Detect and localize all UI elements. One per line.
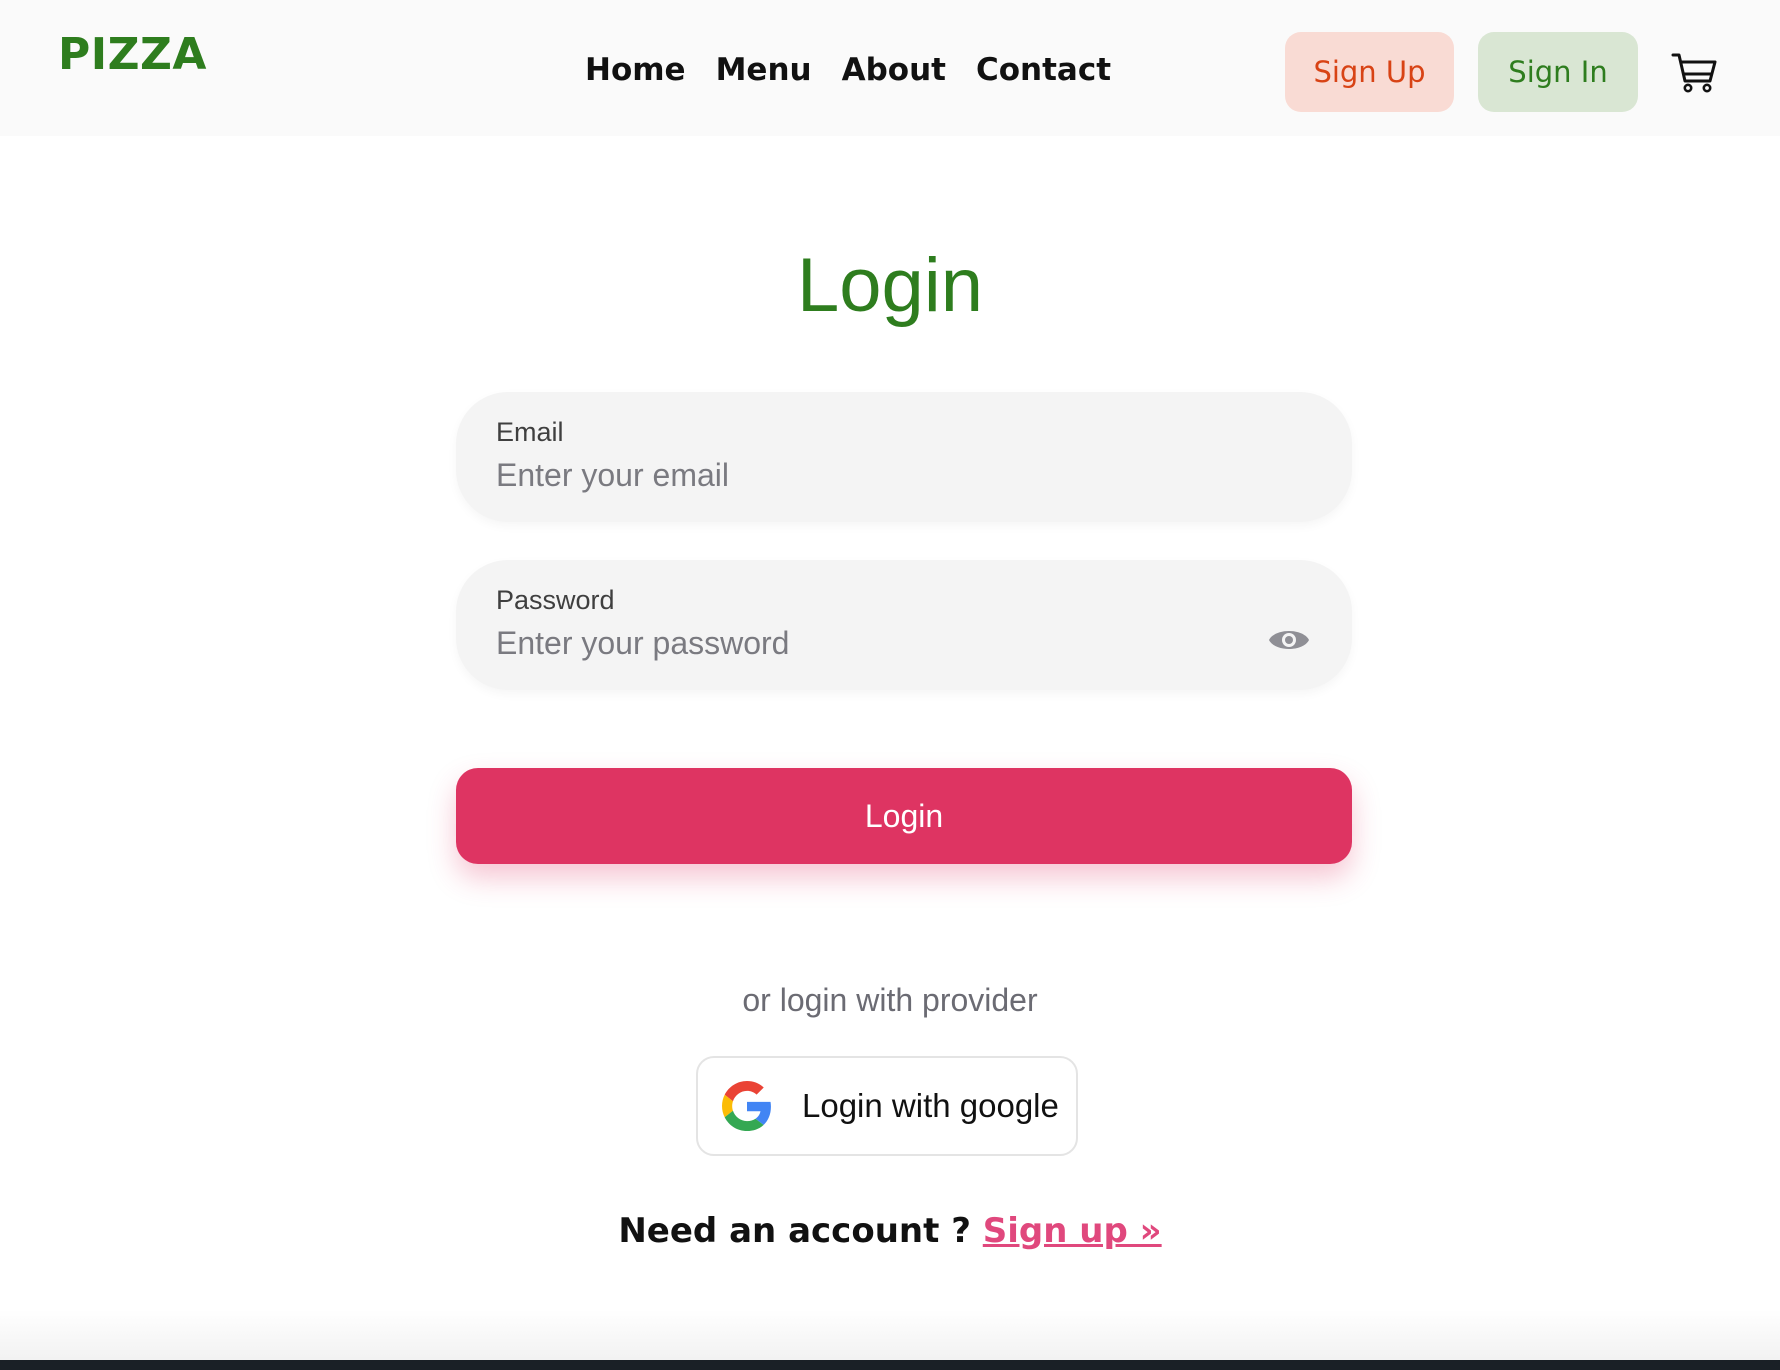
- page-title: Login: [797, 243, 983, 328]
- nav-menu[interactable]: Menu: [716, 48, 812, 92]
- nav-home[interactable]: Home: [585, 48, 686, 92]
- need-account-line: Need an account ? Sign up »: [0, 1206, 1780, 1256]
- signup-link[interactable]: Sign up »: [983, 1211, 1162, 1251]
- email-input[interactable]: [496, 452, 1256, 498]
- nav-contact[interactable]: Contact: [976, 48, 1111, 92]
- signin-button[interactable]: Sign In: [1478, 32, 1638, 112]
- email-field[interactable]: Email: [456, 392, 1352, 522]
- google-login-label: Login with google: [802, 1087, 1059, 1124]
- password-label: Password: [496, 585, 615, 615]
- email-label: Email: [496, 417, 564, 447]
- nav-about[interactable]: About: [842, 48, 946, 92]
- need-account-text: Need an account ?: [618, 1211, 971, 1251]
- main-nav: Home Menu About Contact: [585, 48, 1111, 92]
- password-field[interactable]: Password: [456, 560, 1352, 690]
- cart-icon[interactable]: [1670, 50, 1718, 94]
- google-icon: [722, 1081, 771, 1131]
- login-button[interactable]: Login: [456, 768, 1352, 864]
- password-input[interactable]: [496, 620, 1256, 666]
- eye-icon[interactable]: [1268, 622, 1310, 658]
- top-header: PIZZA Home Menu About Contact Sign Up Si…: [0, 0, 1780, 136]
- footer-fade: [0, 1310, 1780, 1360]
- provider-divider-text: or login with provider: [742, 982, 1038, 1018]
- logo[interactable]: PIZZA: [58, 26, 207, 84]
- google-login-button[interactable]: Login with google: [696, 1056, 1078, 1156]
- signup-button[interactable]: Sign Up: [1285, 32, 1454, 112]
- footer-bar: [0, 1360, 1780, 1370]
